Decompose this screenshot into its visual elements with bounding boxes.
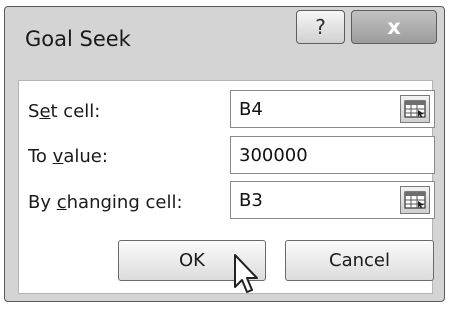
by-changing-label-prefix: By bbox=[28, 192, 57, 213]
goal-seek-dialog: Goal Seek ? x Set cell: B4 To value: 300… bbox=[4, 6, 445, 302]
help-button[interactable]: ? bbox=[296, 10, 345, 44]
close-x-icon: x bbox=[387, 15, 401, 39]
to-value-label-accesskey: v bbox=[52, 146, 64, 167]
set-cell-label-accesskey: e bbox=[39, 101, 51, 122]
by-changing-label-suffix: hanging cell: bbox=[66, 192, 183, 213]
set-cell-label: Set cell: bbox=[28, 101, 100, 122]
by-changing-label-accesskey: c bbox=[56, 192, 67, 213]
to-value-label-prefix: To bbox=[28, 146, 53, 167]
by-changing-cell-label: By changing cell: bbox=[28, 192, 183, 213]
cancel-button[interactable]: Cancel bbox=[285, 240, 434, 281]
range-selector-icon bbox=[404, 191, 426, 209]
by-changing-cell-value: B3 bbox=[239, 190, 263, 211]
dialog-content: Set cell: B4 To value: 300000 By changin… bbox=[18, 80, 435, 294]
to-value-value: 300000 bbox=[239, 145, 308, 166]
set-cell-label-prefix: S bbox=[28, 101, 40, 122]
set-cell-label-suffix: t cell: bbox=[50, 101, 101, 122]
by-changing-cell-input[interactable]: B3 bbox=[230, 181, 435, 219]
mouse-pointer-icon bbox=[234, 254, 258, 293]
question-mark-icon: ? bbox=[315, 15, 326, 39]
set-cell-input[interactable]: B4 bbox=[230, 90, 435, 128]
title-bar[interactable]: Goal Seek ? x bbox=[5, 7, 444, 63]
range-selector-icon bbox=[404, 100, 426, 118]
to-value-input[interactable]: 300000 bbox=[230, 136, 435, 174]
set-cell-range-button[interactable] bbox=[400, 95, 430, 123]
to-value-label: To value: bbox=[28, 146, 108, 167]
set-cell-value: B4 bbox=[239, 99, 263, 120]
by-changing-cell-range-button[interactable] bbox=[400, 186, 430, 214]
close-button[interactable]: x bbox=[351, 10, 437, 44]
to-value-label-suffix: alue: bbox=[63, 146, 108, 167]
dialog-title: Goal Seek bbox=[25, 27, 131, 51]
